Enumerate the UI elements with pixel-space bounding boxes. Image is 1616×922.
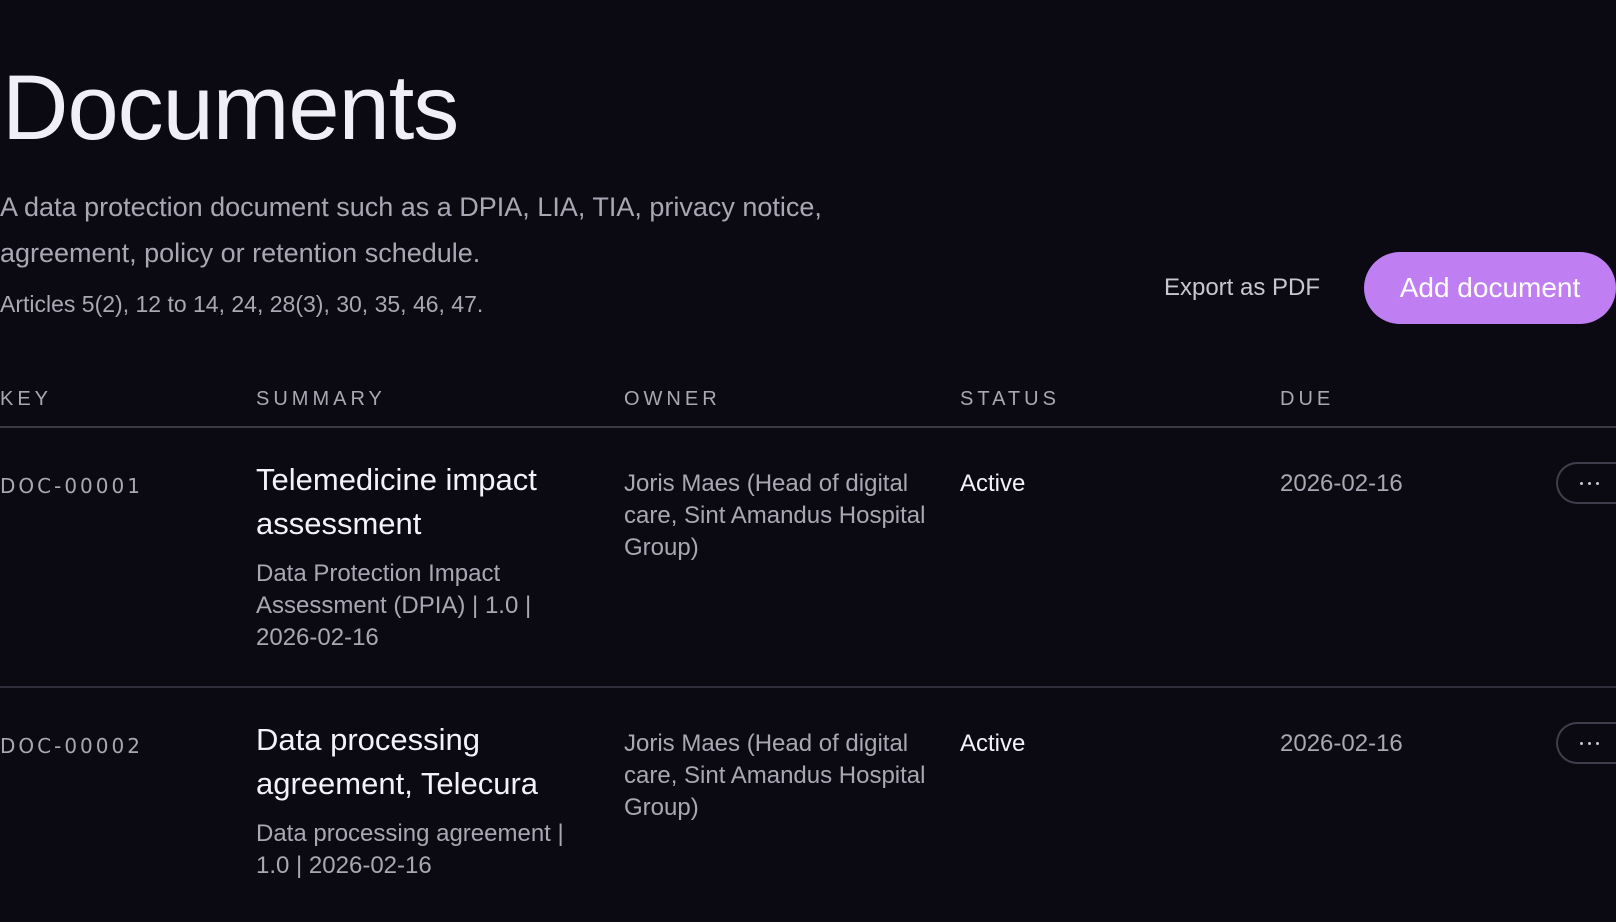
documents-page: Documents A data protection document suc… <box>0 0 1616 922</box>
document-summary: Data processing agreement, Telecura Data… <box>256 718 596 882</box>
page-description: A data protection document such as a DPI… <box>0 192 822 268</box>
table-row[interactable]: DOC-00001 Telemedicine impact assessment… <box>0 428 1616 688</box>
more-horizontal-icon <box>1579 741 1599 745</box>
column-header-status[interactable]: STATUS <box>960 388 1060 411</box>
row-actions-button[interactable] <box>1556 462 1616 504</box>
table-header: KEY SUMMARY OWNER STATUS DUE <box>0 384 1616 428</box>
column-header-key[interactable]: KEY <box>0 388 52 411</box>
document-title[interactable]: Telemedicine impact assessment <box>256 458 596 546</box>
more-horizontal-icon <box>1579 481 1599 485</box>
legal-articles: Articles 5(2), 12 to 14, 24, 28(3), 30, … <box>0 291 484 317</box>
column-header-due[interactable]: DUE <box>1280 388 1334 411</box>
export-pdf-button[interactable]: Export as PDF <box>1144 268 1340 308</box>
document-key: DOC-00001 <box>0 474 143 498</box>
status-text: Active <box>960 470 1026 497</box>
due-date: 2026-02-16 <box>1280 470 1403 497</box>
due-date: 2026-02-16 <box>1280 730 1403 757</box>
document-owner: Joris Maes (Head of digital care, Sint A… <box>624 730 926 821</box>
document-meta: Data Protection Impact Assessment (DPIA)… <box>256 560 532 651</box>
document-title[interactable]: Data processing agreement, Telecura <box>256 718 596 806</box>
row-actions-button[interactable] <box>1556 722 1616 764</box>
document-summary: Telemedicine impact assessment Data Prot… <box>256 458 596 654</box>
status-text: Active <box>960 730 1026 757</box>
table-row[interactable]: DOC-00002 Data processing agreement, Tel… <box>0 688 1616 922</box>
document-meta: Data processing agreement | 1.0 | 2026-0… <box>256 820 564 879</box>
document-key: DOC-00002 <box>0 734 143 758</box>
document-owner: Joris Maes (Head of digital care, Sint A… <box>624 470 926 561</box>
add-document-button[interactable]: Add document <box>1364 252 1616 324</box>
column-header-summary[interactable]: SUMMARY <box>256 388 386 411</box>
column-header-owner[interactable]: OWNER <box>624 388 721 411</box>
page-title: Documents <box>2 57 459 159</box>
